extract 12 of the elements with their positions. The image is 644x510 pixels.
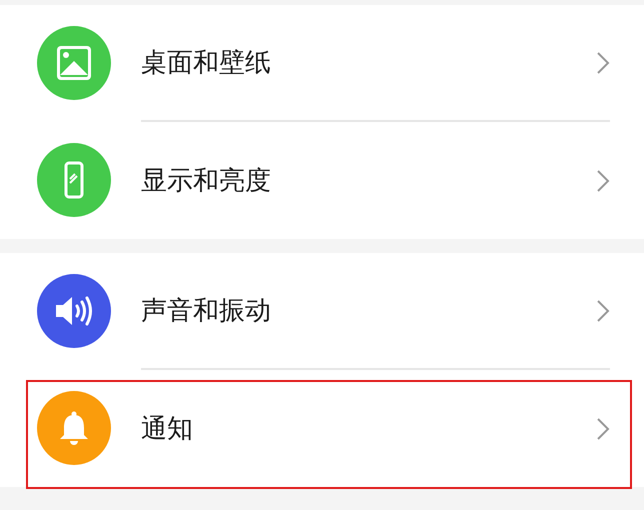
settings-item[interactable]: 通知 — [0, 370, 644, 487]
item-label: 通知 — [141, 413, 194, 446]
item-label: 桌面和壁纸 — [141, 47, 272, 80]
item-label: 显示和亮度 — [141, 165, 272, 198]
chevron-icon — [596, 50, 610, 74]
chevron-icon — [596, 416, 610, 440]
settings-item[interactable]: 显示和亮度 — [0, 122, 644, 239]
settings-item[interactable]: 桌面和壁纸 — [0, 5, 644, 122]
chevron-icon — [596, 298, 610, 322]
chevron-icon — [596, 168, 610, 192]
settings-item[interactable]: 声音和振动 — [0, 253, 644, 370]
item-label: 声音和振动 — [141, 295, 272, 328]
